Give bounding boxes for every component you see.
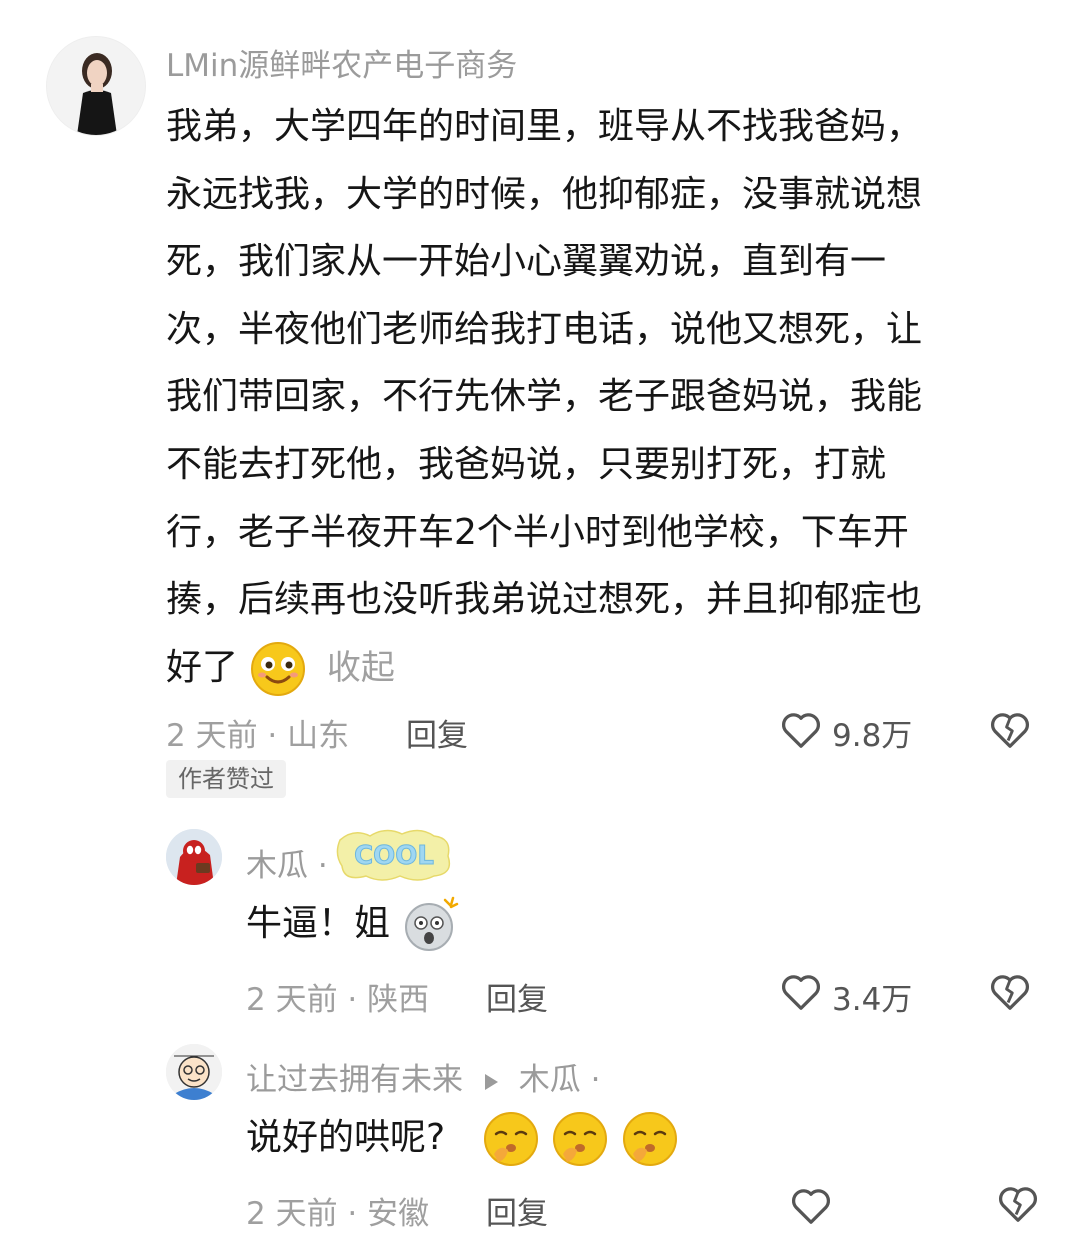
- avatar-photo: [47, 37, 145, 135]
- comment-body: 牛逼！姐: [246, 890, 459, 958]
- comment-line: 次，半夜他们老师给我打电话，说他又想死，让: [166, 308, 923, 350]
- author-liked-badge: 作者赞过: [166, 760, 286, 798]
- comment-line: 永远找我，大学的时候，他抑郁症，没事就说想: [166, 173, 923, 215]
- dislike-broken-heart-icon[interactable]: [986, 706, 1034, 752]
- like-count: 3.4万: [832, 982, 913, 1018]
- comment-line: 我弟，大学四年的时间里，班导从不找我爸妈，: [166, 106, 923, 147]
- like-heart-icon[interactable]: [788, 1182, 834, 1228]
- reply-button[interactable]: 回复: [406, 710, 468, 755]
- reply-to-username[interactable]: 木瓜 ·: [519, 1062, 601, 1098]
- dislike-broken-heart-icon[interactable]: [994, 1180, 1042, 1226]
- comment-line: 牛逼！姐: [246, 903, 391, 944]
- comment-line: 死，我们家从一开始小心翼翼劝说，直到有一: [166, 241, 887, 283]
- cool-sticker-icon: COOL: [336, 829, 451, 881]
- comment-line: 好了: [166, 646, 239, 688]
- username-row: 让过去拥有未来 木瓜 ·: [246, 1054, 600, 1099]
- like-heart-icon[interactable]: [778, 706, 824, 752]
- reply-button[interactable]: 回复: [486, 1188, 548, 1233]
- comment-line: 不能去打死他，我爸妈说，只要别打死，打就: [166, 443, 887, 485]
- smile-emoji-icon: [251, 641, 306, 696]
- avatar[interactable]: [166, 829, 222, 885]
- comment-body: 我弟，大学四年的时间里，班导从不找我爸妈， 永远找我，大学的时候，他抑郁症，没事…: [166, 93, 1046, 703]
- comment-time-location: 2 天前 · 山东: [166, 718, 350, 754]
- shocked-emoji-icon: [405, 896, 459, 951]
- comment-line: 揍，后续再也没听我弟说过想死，并且抑郁症也: [166, 579, 923, 621]
- shush-emoji-icon: [553, 1112, 608, 1166]
- comment-last-line: 好了 收起: [166, 634, 1046, 703]
- dislike-broken-heart-icon[interactable]: [986, 968, 1034, 1014]
- avatar[interactable]: [166, 1044, 222, 1100]
- comment-line: 行，老子半夜开车2个半小时到他学校，下车开: [166, 511, 909, 553]
- comment-line: 我们带回家，不行先休学，老子跟爸妈说，我能: [166, 376, 923, 418]
- comment-line: 说好的哄呢?: [246, 1117, 446, 1158]
- comment-username[interactable]: LMin源鲜畔农产电子商务: [166, 40, 517, 85]
- comment-time-location: 2 天前 · 安徽: [246, 1196, 430, 1232]
- collapse-link[interactable]: 收起: [327, 648, 395, 688]
- shush-emoji-icon: [622, 1112, 677, 1166]
- reply-button[interactable]: 回复: [486, 974, 548, 1019]
- comment-time-location: 2 天前 · 陕西: [246, 982, 430, 1018]
- like-count: 9.8万: [832, 718, 913, 754]
- svg-text:COOL: COOL: [354, 841, 434, 871]
- comment-username[interactable]: 让过去拥有未来: [246, 1062, 463, 1098]
- avatar-photo: [166, 829, 222, 885]
- like-heart-icon[interactable]: [778, 968, 824, 1014]
- comment-body: 说好的哄呢?: [246, 1104, 679, 1172]
- shush-emoji-icon: [484, 1112, 539, 1166]
- reply-arrow-icon: [484, 1073, 498, 1090]
- comment-username[interactable]: 木瓜 ·: [246, 840, 328, 885]
- avatar[interactable]: [46, 36, 146, 136]
- avatar-photo: [166, 1044, 222, 1100]
